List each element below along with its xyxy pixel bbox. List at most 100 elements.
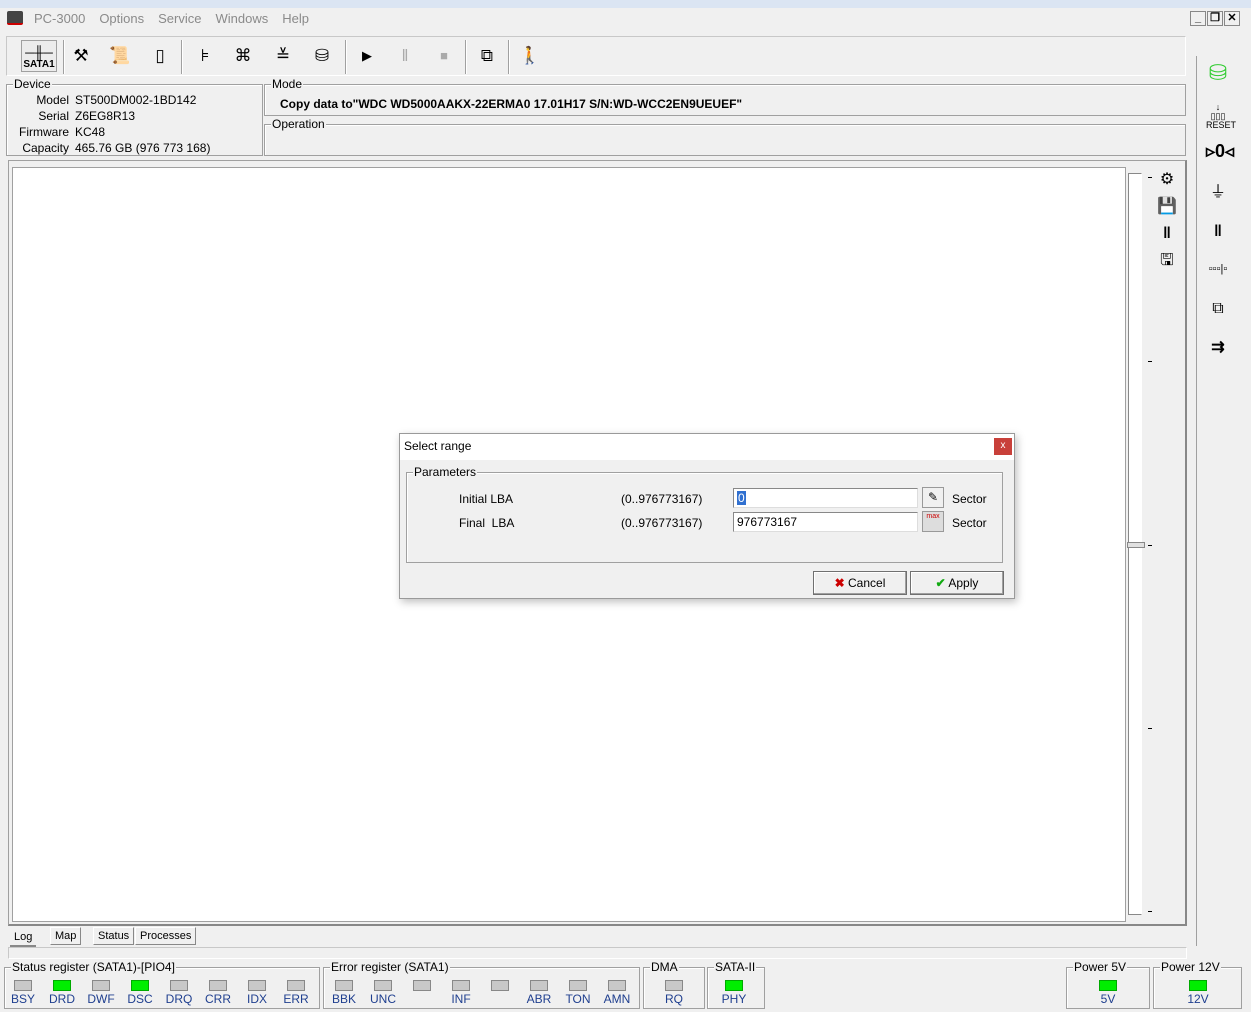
led-label: DWF <box>87 992 115 1006</box>
device-title: Device <box>13 77 52 91</box>
error-register-title: Error register (SATA1) <box>330 960 450 974</box>
initial-lba-input[interactable]: 0 <box>733 488 918 508</box>
led-label: ABR <box>526 992 552 1006</box>
capacity-label: Capacity <box>22 141 69 155</box>
info-scroll-icon[interactable]: 📜 <box>104 40 136 72</box>
led-label: TON <box>565 992 591 1006</box>
led-bsy <box>14 980 32 991</box>
led-drd <box>53 980 71 991</box>
initial-lba-value: 0 <box>737 491 746 505</box>
menu-windows[interactable]: Windows <box>208 11 275 26</box>
led-ton <box>569 980 587 991</box>
led-label: BBK <box>331 992 356 1006</box>
database-icon[interactable]: ⛁ <box>306 40 338 72</box>
menu-options[interactable]: Options <box>92 11 151 26</box>
binoculars-icon[interactable]: ⌘ <box>227 40 259 72</box>
led-12v <box>1189 980 1207 991</box>
play-icon[interactable]: ▶ <box>351 40 383 72</box>
device-group: Device Model ST500DM002-1BD142 Serial Z6EG… <box>6 77 263 156</box>
dialog-title: Select range <box>404 439 472 453</box>
firmware-value: KC48 <box>75 125 106 139</box>
led-inf <box>452 980 470 991</box>
restore-button[interactable]: ❐ <box>1207 11 1223 26</box>
led-label: DRD <box>49 992 75 1006</box>
tools-icon[interactable]: ⚒ <box>65 40 97 72</box>
settings-page-icon[interactable]: ⚙ <box>1155 169 1179 191</box>
final-lba-range: (0..976773167) <box>621 516 703 530</box>
led-label: BSY <box>10 992 35 1006</box>
select-range-dialog: Select range x Parameters Initial LBA (0… <box>399 433 1015 599</box>
mode-text: Copy data to"WDC WD5000AAKX-22ERMA0 17.0… <box>280 97 743 111</box>
led-amn <box>608 980 626 991</box>
cancel-label: Cancel <box>848 576 886 590</box>
capacity-value: 465.76 GB (976 773 168) <box>75 141 211 155</box>
model-label: Model <box>36 93 69 107</box>
title-bar <box>0 0 1251 8</box>
sata-port-button[interactable]: ─╫─ SATA1 <box>21 40 57 72</box>
tree-icon[interactable]: ⊧ <box>189 40 221 72</box>
filter-icon[interactable]: ≚ <box>267 40 299 72</box>
final-lba-input[interactable]: 976773167 <box>733 512 918 532</box>
operation-title: Operation <box>271 117 326 131</box>
operation-group: Operation <box>264 117 1186 156</box>
status-register-title: Status register (SATA1)-[PIO4] <box>11 960 176 974</box>
save-icon[interactable]: 💾 <box>1155 196 1179 218</box>
pause-icon[interactable]: ‖ <box>389 40 421 72</box>
close-button[interactable]: ✕ <box>1224 11 1240 26</box>
dialog-close-button[interactable]: x <box>994 438 1012 455</box>
reset-icon[interactable]: ↓ ▯▯▯ RESET <box>1206 103 1236 130</box>
chips-icon[interactable]: ⧉ <box>1206 298 1230 320</box>
cancel-x-icon: ✖ <box>834 576 845 590</box>
dialog-titlebar: Select range x <box>400 434 1014 460</box>
tab-status[interactable]: Status <box>93 927 135 945</box>
serial-value: Z6EG8R13 <box>75 109 136 123</box>
stop-icon[interactable]: ■ <box>428 40 460 72</box>
led-label: 5V <box>1100 992 1116 1006</box>
dma-group: DMA RQ <box>643 960 705 1009</box>
cancel-button[interactable]: ✖ Cancel <box>813 571 907 595</box>
firmware-label: Firmware <box>19 125 69 139</box>
final-lba-label: Final LBA <box>459 516 515 530</box>
led-rq <box>665 980 683 991</box>
power12-group: Power 12V 12V <box>1153 960 1242 1009</box>
menu-help[interactable]: Help <box>275 11 316 26</box>
zero-icon[interactable]: ▹0◃ <box>1206 140 1234 162</box>
checkmark-icon: ✔ <box>935 576 946 590</box>
model-value: ST500DM002-1BD142 <box>75 93 197 107</box>
sata2-group: SATA-II PHY <box>707 960 765 1009</box>
led-drq <box>170 980 188 991</box>
initial-lba-label: Initial LBA <box>459 492 514 506</box>
reset-counter-icon[interactable]: ▫▫▫|▫ <box>1206 258 1230 280</box>
minimize-button[interactable]: _ <box>1190 11 1206 26</box>
slider-thumb[interactable] <box>1127 542 1145 548</box>
led-abr <box>530 980 548 991</box>
led-idx <box>248 980 266 991</box>
led-label: AMN <box>603 992 631 1006</box>
pause-log-icon[interactable]: ‖ <box>1155 223 1179 245</box>
final-unit: Sector <box>952 516 987 530</box>
percent-icon[interactable]: ▯ <box>144 40 176 72</box>
exit-icon[interactable]: 🚶 <box>514 40 546 72</box>
power-switch-icon[interactable]: ⏚ <box>1206 182 1230 204</box>
led-label: PHY <box>721 992 747 1006</box>
mode-group: Mode Copy data to"WDC WD5000AAKX-22ERMA0… <box>264 77 1186 116</box>
max-lba-icon[interactable]: max <box>922 511 944 532</box>
led-bbk <box>335 980 353 991</box>
tab-processes[interactable]: Processes <box>135 927 197 945</box>
tab-map[interactable]: Map <box>50 927 82 945</box>
menu-service[interactable]: Service <box>151 11 208 26</box>
copy-drive-icon[interactable]: ⛁ <box>1206 62 1230 92</box>
connector-icon[interactable]: ⇉ <box>1206 337 1230 359</box>
tab-log[interactable]: Log <box>10 929 37 947</box>
save-as-icon[interactable]: 🖫 <box>1155 250 1179 272</box>
apply-button[interactable]: ✔ Apply <box>910 571 1004 595</box>
led-dsc <box>131 980 149 991</box>
menu-pc3000[interactable]: PC-3000 <box>27 11 92 26</box>
windows-icon[interactable]: ⧉ <box>471 40 503 72</box>
pause-side-icon[interactable]: ‖ <box>1206 221 1230 243</box>
status-register-group: Status register (SATA1)-[PIO4] BSY DRD DWF D… <box>4 960 320 1009</box>
parameters-title: Parameters <box>413 465 478 479</box>
parameters-group: Parameters Initial LBA (0..976773167) 0 … <box>406 465 1003 563</box>
pick-lba-icon[interactable]: ✎ <box>922 487 944 508</box>
apply-label: Apply <box>948 576 979 590</box>
